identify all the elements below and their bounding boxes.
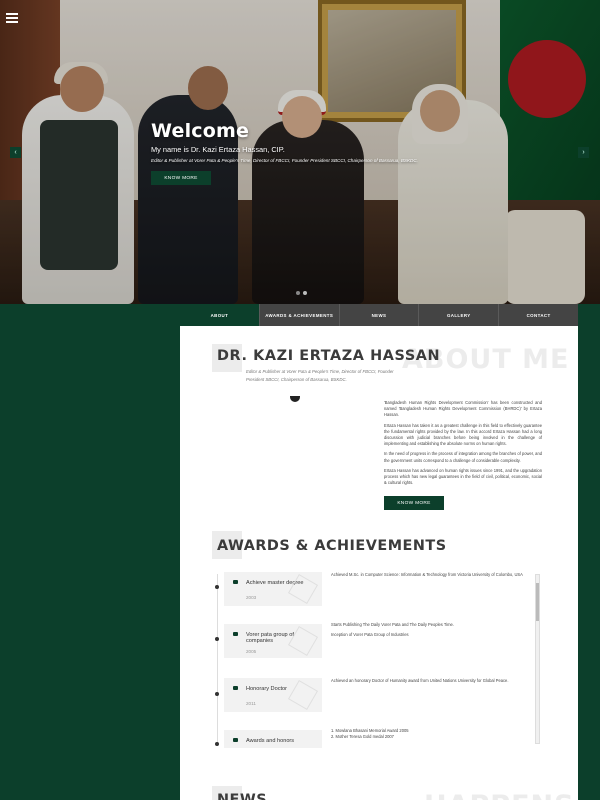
tab-news[interactable]: NEWS bbox=[340, 304, 420, 326]
about-paragraph: Ertaza Hassan has taken it as a greatest… bbox=[384, 422, 542, 447]
hero-title: Welcome bbox=[151, 120, 250, 142]
main-content: ABOUT ME DR. KAZI ERTAZA HASSAN Editor &… bbox=[180, 326, 578, 800]
timeline-dot bbox=[215, 742, 219, 746]
hero-know-more-button[interactable]: KNOW MORE bbox=[151, 171, 211, 185]
award-detail: Achieved M.Sc. in Computer Science: Info… bbox=[331, 572, 531, 582]
award-icon bbox=[233, 632, 238, 636]
slider-prev-arrow-icon[interactable]: ‹ bbox=[10, 147, 21, 158]
about-paragraph: 'Bangladesh Human Rights Development Com… bbox=[384, 400, 542, 418]
award-detail: Starts Publishing The Daily Vorer Pata a… bbox=[331, 622, 531, 643]
about-text: 'Bangladesh Human Rights Development Com… bbox=[384, 400, 542, 490]
timeline-dot bbox=[215, 692, 219, 696]
award-icon bbox=[233, 738, 238, 742]
slider-dot-1[interactable] bbox=[296, 291, 300, 295]
slider-dot-2[interactable] bbox=[303, 291, 307, 295]
timeline-dot bbox=[215, 637, 219, 641]
award-bg-icon bbox=[287, 625, 319, 657]
awards-heading: AWARDS & ACHIEVEMENTS bbox=[217, 538, 447, 554]
hero-subtitle: My name is Dr. Kazi Ertaza Hassan, CIP. bbox=[151, 145, 285, 154]
award-year: 2011 bbox=[246, 701, 256, 706]
hamburger-menu-icon[interactable] bbox=[6, 13, 18, 23]
awards-scrollbar-thumb[interactable] bbox=[536, 583, 539, 621]
award-icon bbox=[233, 686, 238, 690]
award-bg-icon bbox=[287, 679, 319, 711]
about-paragraph: Ertaza Hassan has advanced on human righ… bbox=[384, 467, 542, 486]
news-bg-heading: HAPPENS bbox=[424, 790, 575, 800]
about-paragraph: In the need of progress in the process o… bbox=[384, 451, 542, 463]
about-name-heading: DR. KAZI ERTAZA HASSAN bbox=[217, 348, 441, 364]
award-detail-line: Achieved M.Sc. in Computer Science: Info… bbox=[331, 572, 523, 577]
tab-contact[interactable]: CONTACT bbox=[499, 304, 578, 326]
award-detail-line: Starts Publishing The Daily Vorer Pata a… bbox=[331, 622, 454, 627]
award-detail-line: 2. Mother Teresa Gold medal 2007 bbox=[331, 734, 394, 740]
section-nav: ABOUT AWARDS & ACHIEVEMENTS NEWS GALLERY… bbox=[180, 304, 578, 326]
hero-description: Editor & Publisher at Vorer Pata & Peopl… bbox=[151, 158, 418, 163]
tab-about[interactable]: ABOUT bbox=[180, 304, 260, 326]
award-card[interactable]: Awards and honors bbox=[224, 730, 322, 748]
award-title: Awards and honors bbox=[246, 738, 295, 744]
about-photo bbox=[290, 396, 300, 402]
tab-awards[interactable]: AWARDS & ACHIEVEMENTS bbox=[260, 304, 340, 326]
timeline-line bbox=[217, 574, 218, 746]
about-know-more-button[interactable]: KNOW MORE bbox=[384, 496, 444, 510]
award-year: 2005 bbox=[246, 649, 257, 654]
awards-scrollbar[interactable] bbox=[535, 574, 540, 744]
tab-gallery[interactable]: GALLERY bbox=[419, 304, 500, 326]
award-year: 2003 bbox=[246, 595, 257, 600]
award-bg-icon bbox=[287, 573, 319, 605]
hero-slider: Welcome My name is Dr. Kazi Ertaza Hassa… bbox=[0, 0, 600, 304]
slider-next-arrow-icon[interactable]: › bbox=[578, 147, 589, 158]
award-card[interactable]: Honorary Doctor 2011 bbox=[224, 678, 322, 712]
timeline-dot bbox=[215, 585, 219, 589]
award-detail-line: Achieved an honorary Doctor of Humanity … bbox=[331, 678, 509, 683]
award-icon bbox=[233, 580, 238, 584]
news-heading: NEWS bbox=[217, 792, 268, 800]
award-detail-line: Inception of Vorer Pata Group of Industr… bbox=[331, 632, 409, 638]
hero-overlay bbox=[0, 0, 600, 304]
about-roles: Editor & Publisher at Vorer Pata & Peopl… bbox=[246, 369, 394, 382]
slider-dots bbox=[296, 291, 307, 295]
award-detail: Achieved an honorary Doctor of Humanity … bbox=[331, 678, 531, 688]
award-card[interactable]: Achieve master degree 2003 bbox=[224, 572, 322, 606]
award-card[interactable]: Vorer pata group of companies 2005 bbox=[224, 624, 322, 658]
award-detail: 1. Mowlana Bhasani Memorial Award 2005 2… bbox=[331, 728, 531, 741]
